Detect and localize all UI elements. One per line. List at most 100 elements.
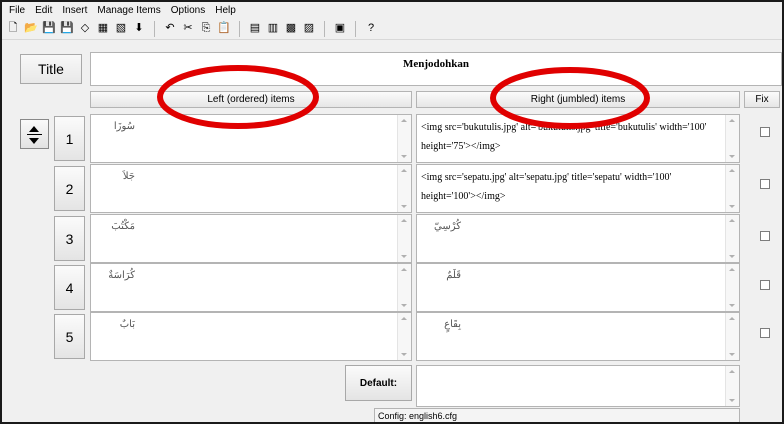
undo-icon[interactable]: ↶ <box>162 21 178 37</box>
arrow-divider <box>27 134 42 135</box>
scroll-up-icon[interactable] <box>401 317 407 320</box>
row-number-1[interactable]: 1 <box>54 116 85 161</box>
insert-link-icon[interactable]: ▥ <box>265 21 281 37</box>
scroll-down-icon[interactable] <box>401 304 407 307</box>
scroll-down-icon[interactable] <box>729 353 735 356</box>
menu-edit[interactable]: Edit <box>30 5 57 16</box>
scroll-up-icon[interactable] <box>401 219 407 222</box>
scrollbar[interactable] <box>725 115 739 162</box>
new-file-icon[interactable]: 🗋 <box>5 21 21 37</box>
right-item-5[interactable]: بِقَاعٍ <box>416 312 740 361</box>
left-item-1[interactable]: سُوزَا <box>90 114 412 163</box>
arrow-up-icon[interactable] <box>29 126 39 132</box>
scrollbar[interactable] <box>397 165 411 212</box>
left-item-2-text: جَلاَ <box>122 171 135 182</box>
cut-icon[interactable]: ✂ <box>180 21 196 37</box>
scroll-down-icon[interactable] <box>401 155 407 158</box>
fix-checkbox-5[interactable] <box>760 328 770 338</box>
scroll-up-icon[interactable] <box>729 268 735 271</box>
fix-header: Fix <box>744 91 780 108</box>
scrollbar[interactable] <box>725 264 739 311</box>
help-icon[interactable]: ? <box>363 21 379 37</box>
menu-insert[interactable]: Insert <box>57 5 92 16</box>
left-item-2[interactable]: جَلاَ <box>90 164 412 213</box>
toolbar-separator <box>355 20 356 37</box>
fix-checkbox-3[interactable] <box>760 231 770 241</box>
title-input[interactable]: Menjodohkan <box>90 52 782 86</box>
scroll-up-icon[interactable] <box>729 169 735 172</box>
scrollbar[interactable] <box>725 313 739 360</box>
scrollbar[interactable] <box>725 366 739 406</box>
scroll-up-icon[interactable] <box>729 119 735 122</box>
scroll-down-icon[interactable] <box>401 353 407 356</box>
save-icon[interactable]: 💾 <box>41 21 57 37</box>
menu-manage-items[interactable]: Manage Items <box>92 5 165 16</box>
row-number-3[interactable]: 3 <box>54 216 85 261</box>
pin-icon[interactable]: ⬇ <box>131 21 147 37</box>
scroll-down-icon[interactable] <box>401 255 407 258</box>
left-item-4-text: كُرَاسَةٌ <box>108 270 135 281</box>
scroll-down-icon[interactable] <box>729 155 735 158</box>
right-item-1-text: <img src='bukutulis.jpg' alt='bukutulis.… <box>421 122 707 152</box>
eraser-icon[interactable]: ◇ <box>77 21 93 37</box>
left-item-5-text: بَابٌ <box>119 319 135 330</box>
open-folder-icon[interactable]: 📂 <box>23 21 39 37</box>
left-item-3[interactable]: مَكْتُبَ <box>90 214 412 263</box>
scrollbar[interactable] <box>725 215 739 262</box>
menu-help[interactable]: Help <box>210 5 241 16</box>
default-distractor-field[interactable] <box>416 365 740 407</box>
insert-picture-icon[interactable]: ▤ <box>247 21 263 37</box>
scrollbar[interactable] <box>725 165 739 212</box>
right-item-5-text: بِقَاعٍ <box>444 319 461 330</box>
copy-icon[interactable]: ⎘ <box>198 21 214 37</box>
toolbar-separator <box>239 20 240 37</box>
left-item-4[interactable]: كُرَاسَةٌ <box>90 263 412 312</box>
scroll-up-icon[interactable] <box>729 317 735 320</box>
right-item-3[interactable]: كُرْسِيّ <box>416 214 740 263</box>
scrollbar[interactable] <box>397 215 411 262</box>
row-number-2[interactable]: 2 <box>54 166 85 211</box>
right-item-2[interactable]: <img src='sepatu.jpg' alt='sepatu.jpg' t… <box>416 164 740 213</box>
right-item-3-text: كُرْسِيّ <box>434 221 461 232</box>
menu-options[interactable]: Options <box>166 5 210 16</box>
config-icon[interactable]: ▣ <box>332 21 348 37</box>
paste-icon[interactable]: 📋 <box>216 21 232 37</box>
scroll-down-icon[interactable] <box>401 205 407 208</box>
fix-checkbox-4[interactable] <box>760 280 770 290</box>
left-item-5[interactable]: بَابٌ <box>90 312 412 361</box>
save-as-icon[interactable]: 💾 <box>59 21 75 37</box>
scroll-up-icon[interactable] <box>401 268 407 271</box>
status-bar: Config: english6.cfg <box>374 408 740 422</box>
scrollbar[interactable] <box>397 115 411 162</box>
scroll-up-icon[interactable] <box>729 219 735 222</box>
scroll-down-icon[interactable] <box>729 399 735 402</box>
toolbar: 🗋 📂 💾 💾 ◇ ▦ ▧ ⬇ ↶ ✂ ⎘ 📋 ▤ ▥ ▩ ▨ ▣? <box>2 18 782 40</box>
scroll-up-icon[interactable] <box>729 370 735 373</box>
insert-table-icon[interactable]: ▩ <box>283 21 299 37</box>
reorder-arrows-button[interactable] <box>20 119 49 149</box>
left-items-header: Left (ordered) items <box>90 91 412 108</box>
scroll-down-icon[interactable] <box>729 255 735 258</box>
left-item-1-text: سُوزَا <box>113 121 135 132</box>
row-number-4[interactable]: 4 <box>54 265 85 310</box>
insert-media-icon[interactable]: ▨ <box>301 21 317 37</box>
right-item-4[interactable]: قَلَمٌ <box>416 263 740 312</box>
title-label: Title <box>20 54 82 84</box>
menu-file[interactable]: File <box>4 5 30 16</box>
arrow-down-icon[interactable] <box>29 138 39 144</box>
fix-checkbox-2[interactable] <box>760 179 770 189</box>
export-icon[interactable]: ▧ <box>113 21 129 37</box>
scroll-down-icon[interactable] <box>729 304 735 307</box>
scrollbar[interactable] <box>397 313 411 360</box>
scrollbar[interactable] <box>397 264 411 311</box>
right-item-4-text: قَلَمٌ <box>446 270 461 281</box>
row-number-5[interactable]: 5 <box>54 314 85 359</box>
fix-checkbox-1[interactable] <box>760 127 770 137</box>
scroll-up-icon[interactable] <box>401 119 407 122</box>
scroll-down-icon[interactable] <box>729 205 735 208</box>
right-item-1[interactable]: <img src='bukutulis.jpg' alt='bukutulis.… <box>416 114 740 163</box>
toolbar-separator <box>154 20 155 37</box>
scroll-up-icon[interactable] <box>401 169 407 172</box>
web-page-icon[interactable]: ▦ <box>95 21 111 37</box>
application-window: File Edit Insert Manage Items Options He… <box>0 0 784 424</box>
